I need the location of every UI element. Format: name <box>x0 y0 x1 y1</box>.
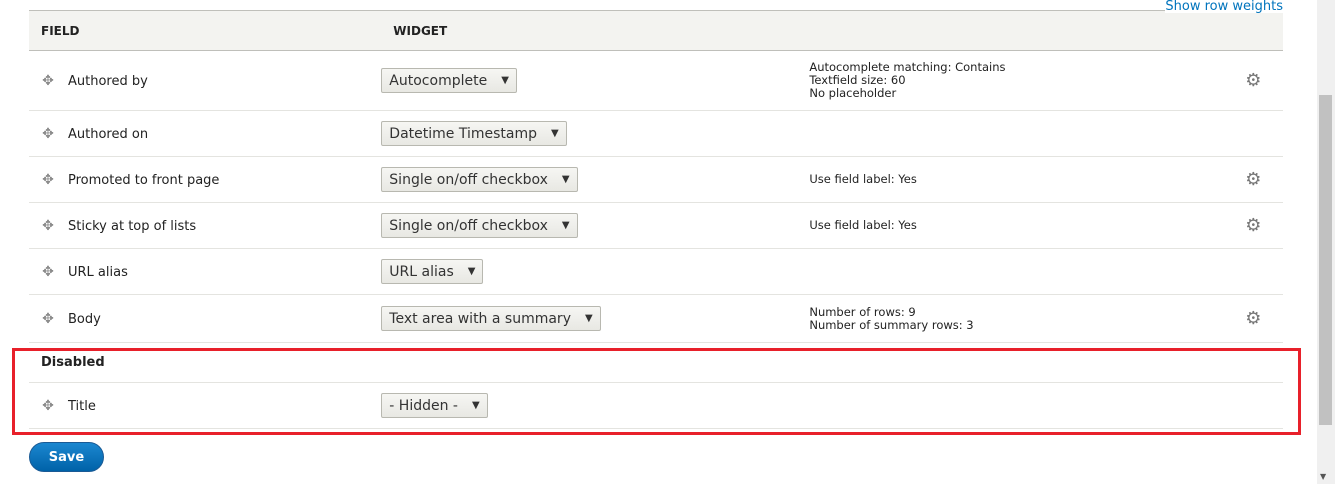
widget-summary: Autocomplete matching: Contains Textfield… <box>809 50 1224 111</box>
drag-handle-icon[interactable]: ✥ <box>41 172 55 188</box>
highlight-box <box>12 348 1301 435</box>
widget-select[interactable]: URL alias ▼ <box>381 259 484 284</box>
widget-summary <box>809 248 1224 295</box>
widget-summary: Number of rows: 9 Number of summary rows:… <box>809 294 1224 343</box>
widget-select-value: Text area with a summary <box>389 310 571 327</box>
widget-select[interactable]: Text area with a summary ▼ <box>381 306 601 331</box>
widget-select-value: Single on/off checkbox <box>389 171 548 188</box>
field-label: Authored on <box>68 126 149 142</box>
widget-column-header: WIDGET <box>381 10 1283 51</box>
summary-line: Number of rows: 9 <box>809 304 916 319</box>
drag-handle-icon[interactable]: ✥ <box>41 73 55 89</box>
widget-summary <box>809 110 1224 157</box>
summary-line: Use field label: Yes <box>809 172 917 186</box>
field-label: Body <box>68 311 101 327</box>
chevron-down-icon: ▼ <box>467 266 476 277</box>
widget-select[interactable]: Single on/off checkbox ▼ <box>381 213 578 238</box>
widget-select[interactable]: Single on/off checkbox ▼ <box>381 167 578 192</box>
chevron-down-icon: ▼ <box>551 128 559 139</box>
scroll-down-arrow-icon[interactable]: ▼ <box>1320 472 1326 481</box>
field-label: URL alias <box>68 264 128 280</box>
gear-icon[interactable]: ⚙ <box>1245 215 1261 236</box>
drag-handle-icon[interactable]: ✥ <box>41 126 55 142</box>
widget-select[interactable]: Autocomplete ▼ <box>381 68 517 93</box>
field-column-header: FIELD <box>29 10 382 51</box>
drag-handle-icon[interactable]: ✥ <box>41 311 55 327</box>
widget-summary: Use field label: Yes <box>809 156 1224 203</box>
chevron-down-icon: ▼ <box>584 313 593 324</box>
widget-select-value: URL alias <box>389 263 454 280</box>
table-row: ✥ Sticky at top of lists Single on/off ch… <box>29 202 1283 249</box>
widget-select-value: Datetime Timestamp <box>389 125 537 142</box>
gear-icon[interactable]: ⚙ <box>1245 308 1261 329</box>
field-label: Sticky at top of lists <box>68 218 197 234</box>
table-row: ✥ Promoted to front page Single on/off ch… <box>29 156 1283 203</box>
chevron-down-icon: ▼ <box>501 75 509 86</box>
scrollbar-thumb[interactable] <box>1319 95 1332 425</box>
drag-handle-icon[interactable]: ✥ <box>41 218 55 234</box>
gear-icon[interactable]: ⚙ <box>1245 169 1261 190</box>
chevron-down-icon: ▼ <box>561 174 570 185</box>
show-row-weights-link[interactable]: Show row weights <box>1165 0 1283 13</box>
widget-summary: Use field label: Yes <box>809 202 1224 249</box>
chevron-down-icon: ▼ <box>561 220 570 231</box>
table-row: ✥ Body Text area with a summary ▼ Number o… <box>29 294 1283 343</box>
field-label: Authored by <box>68 73 148 89</box>
summary-line: Use field label: Yes <box>809 218 917 232</box>
table-row: ✥ Authored on Datetime Timestamp ▼ <box>29 110 1283 157</box>
table-row: ✥ Authored by Autocomplete ▼ Autocomplete … <box>29 50 1283 111</box>
widget-select-value: Single on/off checkbox <box>389 217 548 234</box>
widget-select[interactable]: Datetime Timestamp ▼ <box>381 121 567 146</box>
save-button[interactable]: Save <box>29 442 104 472</box>
field-label: Promoted to front page <box>68 172 220 188</box>
summary-line: Number of summary rows: 3 <box>809 317 974 332</box>
drag-handle-icon[interactable]: ✥ <box>41 264 55 280</box>
widget-select-value: Autocomplete <box>389 72 488 89</box>
gear-icon[interactable]: ⚙ <box>1245 70 1261 91</box>
table-row: ✥ URL alias URL alias ▼ <box>29 248 1283 295</box>
summary-line: No placeholder <box>809 86 897 100</box>
